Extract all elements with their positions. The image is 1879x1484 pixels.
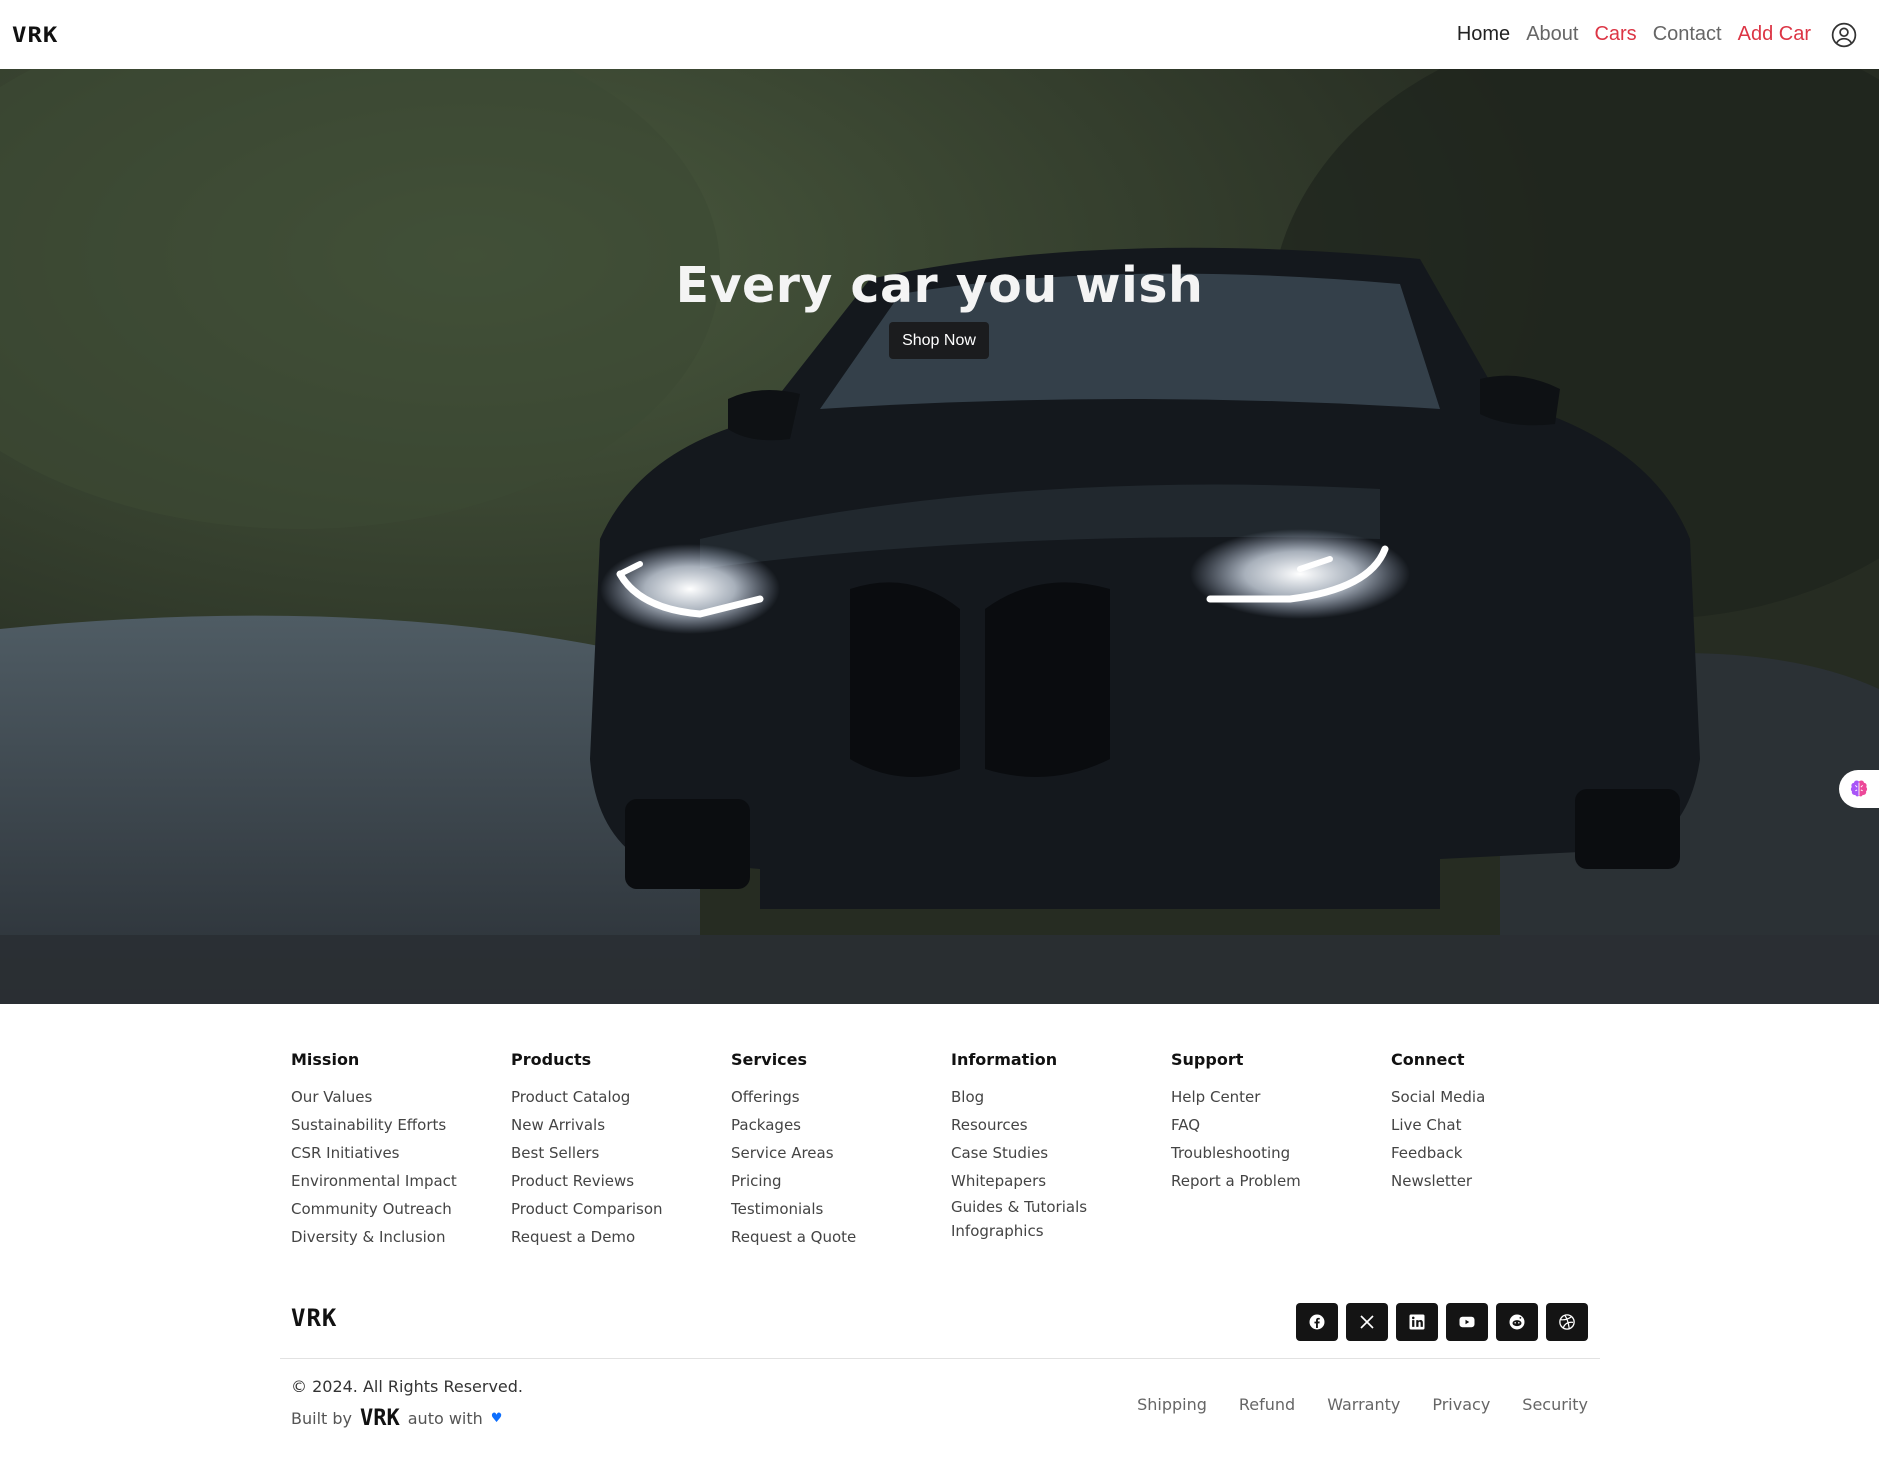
hero-section: Every car you wish Shop Now xyxy=(0,69,1879,1004)
legal-shipping[interactable]: Shipping xyxy=(1137,1395,1207,1414)
nav-about[interactable]: About xyxy=(1526,23,1578,46)
footer-link[interactable]: Sustainability Efforts xyxy=(291,1111,511,1139)
facebook-icon[interactable] xyxy=(1296,1303,1338,1341)
footer-link[interactable]: Environmental Impact xyxy=(291,1167,511,1195)
copyright-text: © 2024. All Rights Reserved. xyxy=(291,1377,524,1396)
footer-link[interactable]: Diversity & Inclusion xyxy=(291,1223,511,1251)
footer-divider xyxy=(280,1358,1600,1359)
hero-car-image xyxy=(0,69,1879,1004)
footer-link[interactable]: Infographics xyxy=(951,1219,1171,1243)
footer-link[interactable]: Our Values xyxy=(291,1083,511,1111)
footer-link[interactable]: Troubleshooting xyxy=(1171,1139,1391,1167)
social-links xyxy=(1296,1303,1588,1341)
footer-logo[interactable]: VRK xyxy=(291,1304,337,1332)
footer-link[interactable]: Best Sellers xyxy=(511,1139,731,1167)
legal-privacy[interactable]: Privacy xyxy=(1432,1395,1490,1414)
linkedin-icon[interactable] xyxy=(1396,1303,1438,1341)
footer-link[interactable]: Product Catalog xyxy=(511,1083,731,1111)
footer-columns: Mission Our Values Sustainability Effort… xyxy=(291,1050,1611,1251)
footer-col-mission: Mission Our Values Sustainability Effort… xyxy=(291,1050,511,1251)
footer-col-title: Mission xyxy=(291,1050,360,1069)
built-by-logo[interactable]: VRK xyxy=(360,1406,400,1431)
side-widget[interactable] xyxy=(1839,770,1879,808)
footer-link[interactable]: Social Media xyxy=(1391,1083,1611,1111)
youtube-icon[interactable] xyxy=(1446,1303,1488,1341)
footer-link[interactable]: Help Center xyxy=(1171,1083,1391,1111)
footer-col-title: Connect xyxy=(1391,1050,1465,1069)
footer-link[interactable]: FAQ xyxy=(1171,1111,1391,1139)
footer-link[interactable]: Live Chat xyxy=(1391,1111,1611,1139)
footer-col-title: Products xyxy=(511,1050,592,1069)
footer-link[interactable]: Pricing xyxy=(731,1167,951,1195)
brand-logo[interactable]: VRK xyxy=(12,22,58,47)
x-icon[interactable] xyxy=(1346,1303,1388,1341)
brain-icon xyxy=(1850,780,1868,797)
nav-cars[interactable]: Cars xyxy=(1594,23,1636,46)
footer-col-information: Information Blog Resources Case Studies … xyxy=(951,1050,1171,1251)
footer-col-title: Information xyxy=(951,1050,1058,1069)
footer-link[interactable]: Offerings xyxy=(731,1083,951,1111)
footer-link[interactable]: Resources xyxy=(951,1111,1171,1139)
nav-home[interactable]: Home xyxy=(1457,23,1510,46)
footer-link[interactable]: Guides & Tutorials xyxy=(951,1195,1171,1219)
user-circle-icon[interactable] xyxy=(1831,22,1857,48)
nav-links: Home About Cars Contact Add Car xyxy=(1457,22,1857,48)
footer-link[interactable]: New Arrivals xyxy=(511,1111,731,1139)
footer-link[interactable]: Newsletter xyxy=(1391,1167,1611,1195)
footer-col-title: Services xyxy=(731,1050,808,1069)
footer-col-support: Support Help Center FAQ Troubleshooting … xyxy=(1171,1050,1391,1251)
legal-refund[interactable]: Refund xyxy=(1239,1395,1295,1414)
footer-col-products: Products Product Catalog New Arrivals Be… xyxy=(511,1050,731,1251)
legal-security[interactable]: Security xyxy=(1522,1395,1588,1414)
footer-link[interactable]: Whitepapers xyxy=(951,1167,1171,1195)
nav-contact[interactable]: Contact xyxy=(1653,23,1722,46)
footer-col-services: Services Offerings Packages Service Area… xyxy=(731,1050,951,1251)
footer-link[interactable]: Service Areas xyxy=(731,1139,951,1167)
footer-col-title: Support xyxy=(1171,1050,1244,1069)
hero-title: Every car you wish xyxy=(675,257,1204,314)
footer-link[interactable]: Report a Problem xyxy=(1171,1167,1391,1195)
heart-icon: ♥ xyxy=(490,1411,503,1426)
footer-link[interactable]: Product Reviews xyxy=(511,1167,731,1195)
footer-link[interactable]: Testimonials xyxy=(731,1195,951,1223)
footer-link[interactable]: Product Comparison xyxy=(511,1195,731,1223)
footer-link[interactable]: Blog xyxy=(951,1083,1171,1111)
built-by-suffix: auto with xyxy=(407,1409,483,1428)
built-by: Built by VRK auto with ♥ xyxy=(291,1406,502,1431)
legal-links: Shipping Refund Warranty Privacy Securit… xyxy=(1137,1395,1588,1414)
legal-warranty[interactable]: Warranty xyxy=(1327,1395,1400,1414)
nav-add-car[interactable]: Add Car xyxy=(1738,23,1811,46)
dribbble-icon[interactable] xyxy=(1546,1303,1588,1341)
navbar: VRK Home About Cars Contact Add Car xyxy=(0,0,1879,69)
built-by-prefix: Built by xyxy=(291,1409,352,1428)
footer-link[interactable]: CSR Initiatives xyxy=(291,1139,511,1167)
footer-link[interactable]: Request a Demo xyxy=(511,1223,731,1251)
footer-col-connect: Connect Social Media Live Chat Feedback … xyxy=(1391,1050,1611,1251)
footer-link[interactable]: Request a Quote xyxy=(731,1223,951,1251)
reddit-icon[interactable] xyxy=(1496,1303,1538,1341)
footer-link[interactable]: Feedback xyxy=(1391,1139,1611,1167)
footer-link[interactable]: Case Studies xyxy=(951,1139,1171,1167)
footer-link[interactable]: Packages xyxy=(731,1111,951,1139)
footer-link[interactable]: Community Outreach xyxy=(291,1195,511,1223)
shop-now-button[interactable]: Shop Now xyxy=(889,322,989,359)
